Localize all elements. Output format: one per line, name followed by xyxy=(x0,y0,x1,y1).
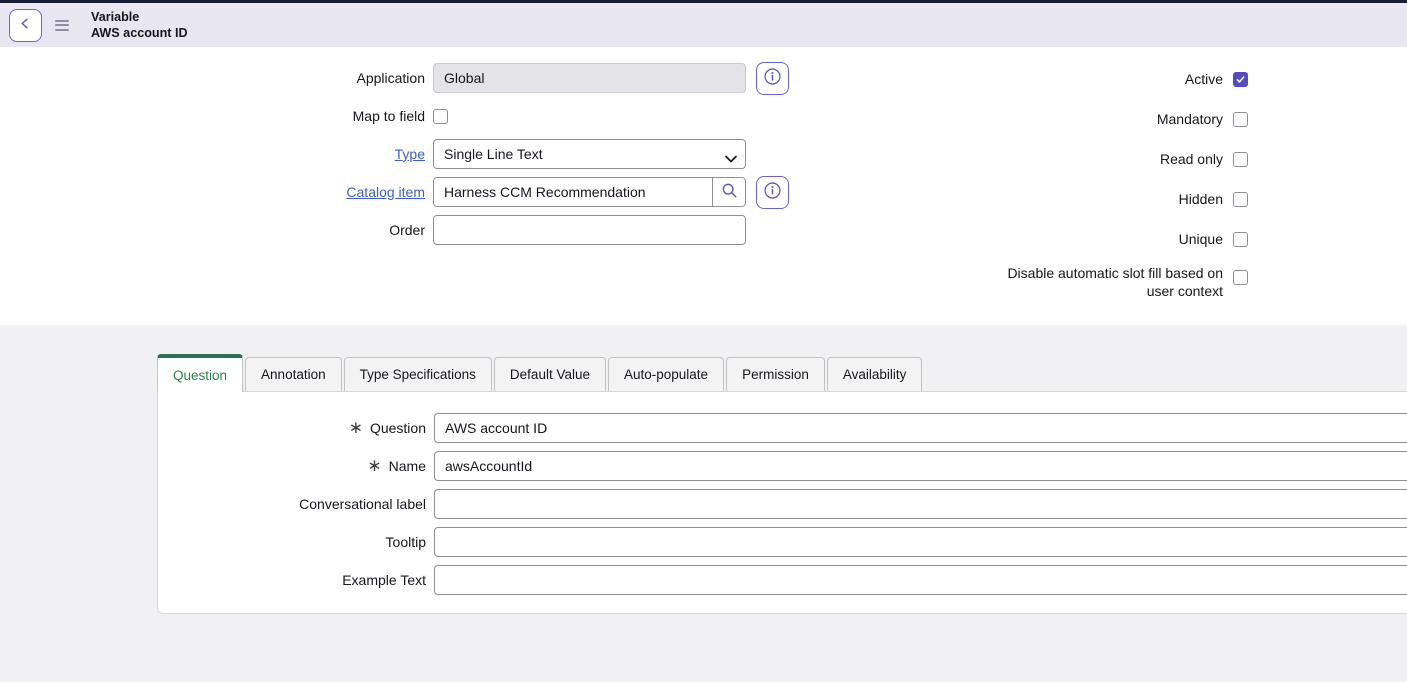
tab-question[interactable]: Question xyxy=(157,354,243,392)
tooltip-input[interactable] xyxy=(434,527,1407,557)
unique-label: Unique xyxy=(978,231,1223,247)
name-input[interactable] xyxy=(434,451,1407,481)
tab-auto-populate[interactable]: Auto-populate xyxy=(608,357,724,391)
conversational-label-input[interactable] xyxy=(434,489,1407,519)
read-only-checkbox[interactable] xyxy=(1233,152,1248,167)
application-info-button[interactable] xyxy=(756,62,789,95)
question-input[interactable] xyxy=(434,413,1407,443)
order-input[interactable] xyxy=(433,215,746,245)
conversational-label-row: Conversational label xyxy=(158,489,1407,519)
hidden-row: Hidden xyxy=(978,184,1248,214)
conversational-label-label: Conversational label xyxy=(158,496,434,512)
info-icon xyxy=(764,182,781,202)
tabbed-section: Question Annotation Type Specifications … xyxy=(0,325,1407,682)
record-title: AWS account ID xyxy=(91,25,188,41)
active-checkbox[interactable] xyxy=(1233,72,1248,87)
tab-permission[interactable]: Permission xyxy=(726,357,825,391)
type-select-wrap: Single Line Text xyxy=(433,139,746,169)
catalog-item-search-button[interactable] xyxy=(712,178,745,206)
application-label: Application xyxy=(0,70,433,86)
mandatory-checkbox[interactable] xyxy=(1233,112,1248,127)
question-tab-panel: ∗ Question ∗ Name Conversational label xyxy=(157,391,1407,614)
example-text-input[interactable] xyxy=(434,565,1407,595)
question-label: ∗ Question xyxy=(158,420,434,436)
required-icon: ∗ xyxy=(367,461,381,471)
question-row: ∗ Question xyxy=(158,413,1407,443)
record-form: Application Map to field Type Single Lin… xyxy=(0,47,1407,325)
catalog-item-input[interactable] xyxy=(434,178,712,206)
disable-slot-fill-label: Disable automatic slot fill based on use… xyxy=(978,264,1223,300)
back-button[interactable] xyxy=(9,9,42,42)
application-input xyxy=(433,63,746,93)
info-icon xyxy=(764,68,781,88)
catalog-item-info-button[interactable] xyxy=(756,176,789,209)
disable-slot-fill-row: Disable automatic slot fill based on use… xyxy=(978,264,1248,300)
order-label: Order xyxy=(0,222,433,238)
unique-row: Unique xyxy=(978,224,1248,254)
tooltip-row: Tooltip xyxy=(158,527,1407,557)
map-to-field-label: Map to field xyxy=(0,108,433,124)
example-text-label: Example Text xyxy=(158,572,434,588)
variable-record-page: Variable AWS account ID Application Map … xyxy=(0,0,1407,682)
tab-annotation[interactable]: Annotation xyxy=(245,357,342,391)
active-label: Active xyxy=(978,71,1223,87)
tab-availability[interactable]: Availability xyxy=(827,357,923,391)
chevron-left-icon xyxy=(18,16,33,34)
record-header: Variable AWS account ID xyxy=(0,3,1407,47)
catalog-item-lookup xyxy=(433,177,746,207)
example-text-row: Example Text xyxy=(158,565,1407,595)
name-label: ∗ Name xyxy=(158,458,434,474)
mandatory-row: Mandatory xyxy=(978,104,1248,134)
read-only-label: Read only xyxy=(978,151,1223,167)
record-type-label: Variable xyxy=(91,9,188,25)
tab-default-value[interactable]: Default Value xyxy=(494,357,606,391)
mandatory-label: Mandatory xyxy=(978,111,1223,127)
search-icon xyxy=(721,182,738,202)
tab-strip: Question Annotation Type Specifications … xyxy=(157,353,1407,391)
unique-checkbox[interactable] xyxy=(1233,232,1248,247)
type-select[interactable]: Single Line Text xyxy=(433,139,746,169)
record-title-block: Variable AWS account ID xyxy=(91,9,188,41)
flag-checkbox-column: Active Mandatory Read only Hidden Unique xyxy=(978,64,1248,310)
hamburger-menu-icon[interactable] xyxy=(55,20,69,31)
active-row: Active xyxy=(978,64,1248,94)
required-icon: ∗ xyxy=(349,423,363,433)
type-label-link[interactable]: Type xyxy=(0,146,433,162)
name-row: ∗ Name xyxy=(158,451,1407,481)
disable-slot-fill-checkbox[interactable] xyxy=(1233,270,1248,285)
tooltip-label: Tooltip xyxy=(158,534,434,550)
tab-type-specifications[interactable]: Type Specifications xyxy=(344,357,492,391)
hidden-label: Hidden xyxy=(978,191,1223,207)
hidden-checkbox[interactable] xyxy=(1233,192,1248,207)
catalog-item-label-link[interactable]: Catalog item xyxy=(0,184,433,200)
map-to-field-checkbox[interactable] xyxy=(433,109,448,124)
read-only-row: Read only xyxy=(978,144,1248,174)
